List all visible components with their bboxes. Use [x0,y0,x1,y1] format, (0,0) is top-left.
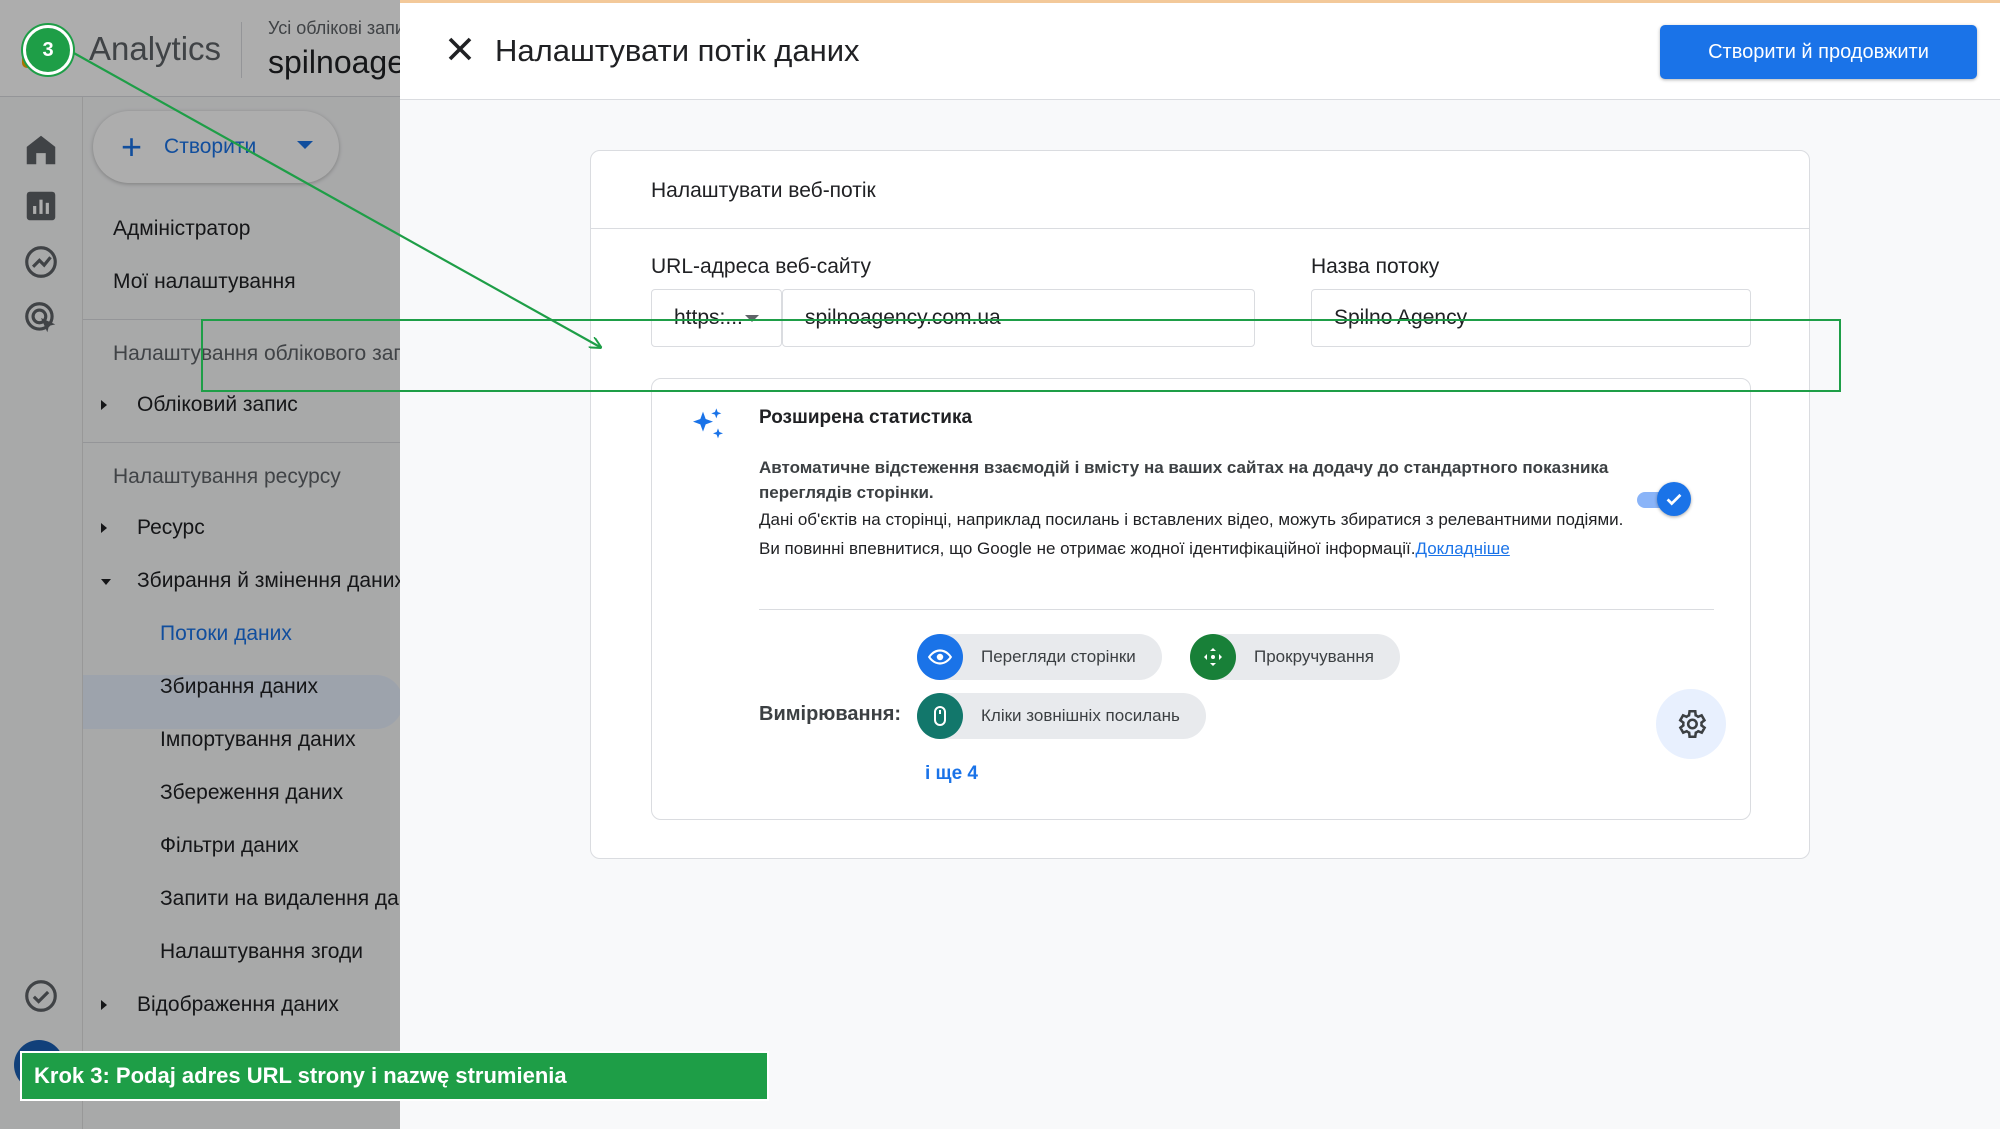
card-header: Налаштувати веб-потік [591,151,1809,229]
chevron-down-icon [745,315,759,322]
modal-scrim[interactable] [0,0,400,1129]
stream-name-label: Назва потоку [1311,255,1440,278]
measurement-label: Вимірювання: [759,703,902,725]
card-title: Налаштувати веб-потік [651,179,876,202]
tutorial-caption: Krok 3: Podaj adres URL strony i nazwę s… [20,1051,769,1101]
stream-name-value: Spilno Agency [1334,306,1468,329]
learn-more-link[interactable]: Докладніше [1415,539,1509,558]
website-url-input[interactable]: spilnoagency.com.ua [782,289,1255,347]
enhanced-measurement-section: Розширена статистика Автоматичне відстеж… [651,378,1751,820]
sparkle-icon [688,405,728,445]
web-stream-card: Налаштувати веб-потік URL-адреса веб-сай… [590,150,1810,859]
enhanced-measurement-toggle[interactable] [1637,482,1691,516]
protocol-select[interactable]: https:... [651,289,782,347]
chip-scrolls: Прокручування [1190,634,1400,680]
step-number-badge: 3 [23,25,73,75]
dialog-title: Налаштувати потік даних [495,33,860,68]
mouse-icon [917,693,963,739]
enhanced-measurement-title: Розширена статистика [759,407,973,428]
chip-label: Кліки зовнішніх посилань [981,706,1180,725]
eye-icon [917,634,963,680]
enhanced-measurement-details: Дані об'єктів на сторінці, наприклад пос… [759,505,1639,563]
dialog-header: Налаштувати потік даних Створити й продо… [400,3,2000,100]
scroll-icon [1190,634,1236,680]
settings-gear-button[interactable] [1656,689,1726,759]
protocol-value: https:... [674,306,743,329]
enhanced-measurement-summary: Автоматичне відстеження взаємодій і вміс… [759,458,1609,502]
close-icon[interactable] [440,29,480,69]
create-and-continue-button[interactable]: Створити й продовжити [1660,25,1977,79]
dialog-body: Налаштувати веб-потік URL-адреса веб-сай… [400,100,2000,1129]
check-icon [1657,482,1691,516]
chip-outbound-clicks: Кліки зовнішніх посилань [917,693,1206,739]
show-more-link[interactable]: і ще 4 [925,763,978,785]
stream-name-input[interactable]: Spilno Agency [1311,289,1751,347]
website-url-label: URL-адреса веб-сайту [651,255,871,278]
gear-icon [1678,709,1707,739]
configure-stream-dialog: Налаштувати потік даних Створити й продо… [400,0,2000,1129]
chip-page-views: Перегляди сторінки [917,634,1162,680]
section-divider [759,609,1714,610]
website-url-value: spilnoagency.com.ua [805,306,1001,329]
chip-label: Прокручування [1254,647,1374,666]
chip-label: Перегляди сторінки [981,647,1136,666]
